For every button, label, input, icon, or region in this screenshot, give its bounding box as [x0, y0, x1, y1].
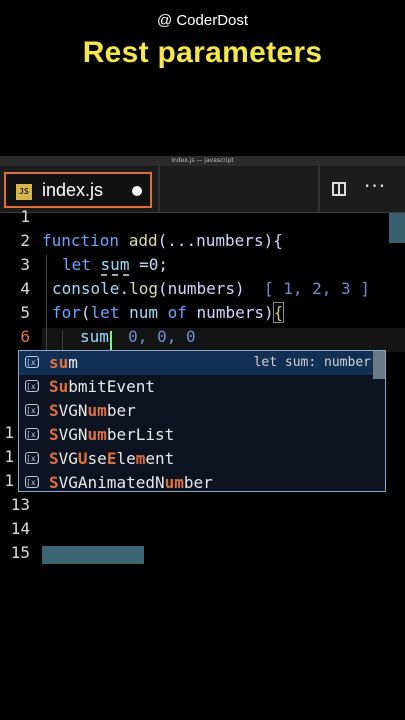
code-line-6: sum 0, 0, 0	[80, 327, 196, 346]
suggestion-label: SVGAnimatedNumber	[49, 473, 213, 492]
line-number-active: 6	[20, 327, 30, 346]
line-number: 1	[4, 447, 14, 466]
code-line-2: function add(...numbers){	[42, 231, 283, 250]
loop-variable: num	[129, 303, 158, 322]
line-number: 5	[20, 303, 30, 322]
suggestion-item[interactable]: [x] SVGNumber	[19, 399, 385, 423]
line-number: 1	[4, 423, 14, 442]
horizontal-scrollbar[interactable]	[42, 546, 144, 564]
line-number: 2	[20, 231, 30, 250]
suggestion-item[interactable]: [x] SVGNumberList	[19, 423, 385, 447]
variable-sum: sum	[80, 327, 109, 346]
editor-tabbar: JS index.js ···	[0, 166, 405, 213]
line-number: 4	[20, 279, 30, 298]
more-actions-icon[interactable]: ···	[364, 174, 386, 198]
keyword: function	[42, 231, 120, 250]
inline-value-hint: 0, 0, 0	[128, 327, 196, 346]
variable-icon: [x]	[25, 356, 41, 368]
variable-icon: [x]	[25, 452, 41, 464]
variable-icon: [x]	[25, 428, 41, 440]
suggestion-label: SVGNumberList	[49, 425, 175, 444]
line-number: 15	[10, 543, 30, 562]
code-line-3: let sum =0;	[62, 255, 168, 276]
suggestion-label: SVGUseElement	[49, 449, 175, 468]
suggestion-label: sum	[49, 353, 78, 372]
javascript-file-icon: JS	[16, 184, 32, 200]
keyword: for	[52, 303, 81, 322]
keyword: of	[167, 303, 187, 322]
actions-divider	[318, 166, 320, 212]
code-editor[interactable]: 1 2 3 4 5 6 1 1 1 13 14 15 function add(…	[0, 207, 405, 720]
call-args: (numbers)	[157, 279, 245, 298]
video-headline: Rest parameters	[82, 36, 323, 69]
suggestion-item[interactable]: [x] SVGAnimatedNumber	[19, 471, 385, 492]
suggestion-detail: let sum: number	[253, 355, 371, 370]
split-editor-icon[interactable]	[332, 182, 346, 196]
matching-brace: {	[272, 302, 285, 323]
vertical-scrollbar[interactable]	[389, 213, 405, 243]
window-title: index.js — javascript	[171, 157, 234, 164]
suggestion-item[interactable]: [x] SubmitEvent	[19, 375, 385, 399]
line-number: 13	[10, 495, 30, 514]
keyword: let	[62, 255, 91, 274]
code-line-4: console.log(numbers) [ 1, 2, 3 ]	[52, 279, 370, 298]
params: (...numbers){	[157, 231, 283, 250]
suggestion-item[interactable]: [x] SVGUseElement	[19, 447, 385, 471]
function-name: add	[128, 231, 158, 250]
keyword: let	[90, 303, 120, 322]
suggestion-item[interactable]: [x] sum let sum: number	[19, 351, 385, 375]
line-number: 3	[20, 255, 30, 274]
method-name: log	[129, 279, 158, 298]
suggestion-label: SVGNumber	[49, 401, 136, 420]
console-object: console	[52, 279, 120, 298]
assignment: =0;	[139, 255, 168, 274]
suggestion-label: SubmitEvent	[49, 377, 155, 396]
autocomplete-widget[interactable]: [x] sum let sum: number [x] SubmitEvent …	[18, 350, 386, 492]
line-number: 1	[20, 207, 30, 226]
text-cursor	[110, 331, 112, 350]
window-titlebar: index.js — javascript	[0, 156, 405, 173]
tab-index-js[interactable]: JS index.js	[4, 172, 152, 208]
variable-sum: sum	[100, 255, 130, 276]
line-number: 1	[4, 471, 14, 490]
indent-guide	[46, 255, 47, 351]
tab-divider	[158, 166, 160, 212]
variable-icon: [x]	[25, 404, 41, 416]
line-number: 14	[10, 519, 30, 538]
inline-value-hint: [ 1, 2, 3 ]	[263, 279, 370, 298]
tab-label: index.js	[42, 180, 104, 200]
brand-handle: @ CoderDost	[156, 12, 249, 29]
code-line-5: for(let num of numbers){	[52, 302, 285, 323]
variable-icon: [x]	[25, 476, 41, 488]
variable-icon: [x]	[25, 380, 41, 392]
suggestion-scrollbar[interactable]	[373, 351, 385, 379]
unsaved-dot-icon[interactable]	[132, 186, 142, 196]
